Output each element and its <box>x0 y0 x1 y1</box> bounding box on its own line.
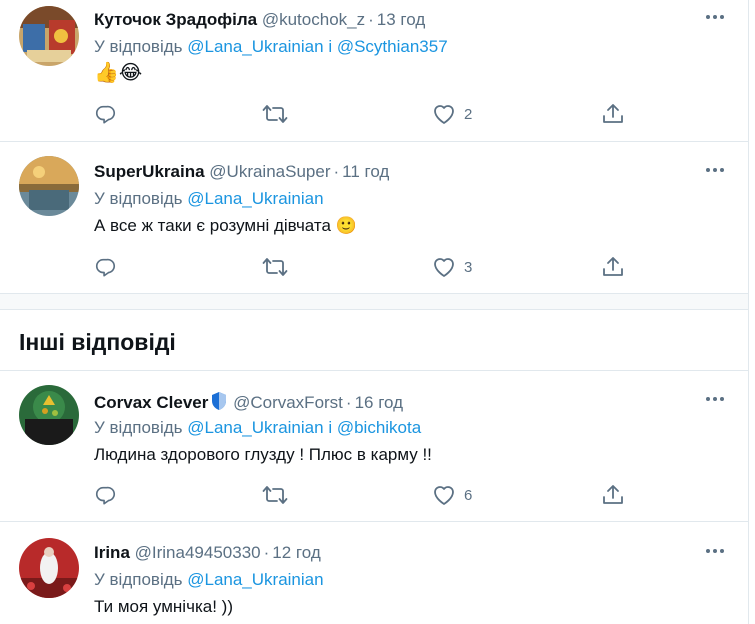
separator-dot: · <box>345 393 352 412</box>
reply-prefix: У відповідь <box>94 418 183 437</box>
timestamp[interactable]: 16 год <box>355 393 403 412</box>
like-icon <box>434 486 454 505</box>
tweet-header: SuperUkraina @UkrainaSuper · 11 год <box>94 162 389 182</box>
tweet-corvax[interactable]: Corvax Clever @CorvaxForst · 16 год У відп… <box>0 371 748 522</box>
tweet-header: Corvax Clever @CorvaxForst · 16 год <box>94 391 403 413</box>
share-icon <box>603 485 623 504</box>
like-button[interactable]: 2 <box>432 101 472 127</box>
reply-context: У відповідь @Lana_Ukrainian <box>94 189 324 209</box>
more-icon[interactable] <box>704 12 726 22</box>
tweet-text: Людина здорового глузду ! Плюс в карму !… <box>94 445 432 464</box>
replies-feed: Куточок Зрадофіла @kutochok_z · 13 год У в… <box>0 0 749 624</box>
tweet-kutochok[interactable]: Куточок Зрадофіла @kutochok_z · 13 год У в… <box>0 0 748 142</box>
more-icon[interactable] <box>704 394 726 404</box>
tweet-irina[interactable]: Irina @Irina49450330 · 12 год У відповідь … <box>0 522 748 624</box>
tweet-text: Ти моя умнічка! )) <box>94 597 233 616</box>
share-button[interactable] <box>602 254 624 280</box>
reply-context: У відповідь @Lana_Ukrainian і @Scythian3… <box>94 37 448 57</box>
section-separator <box>0 293 748 310</box>
reply-prefix: У відповідь <box>94 189 183 208</box>
mention-joiner: і <box>328 37 333 56</box>
reply-icon <box>95 105 115 124</box>
reply-context: У відповідь @Lana_Ukrainian <box>94 570 324 590</box>
like-count: 6 <box>464 486 473 504</box>
reply-context: У відповідь @Lana_Ukrainian і @bichikota <box>94 418 421 438</box>
avatar[interactable] <box>19 6 79 66</box>
more-icon[interactable] <box>704 546 726 556</box>
author-name[interactable]: Corvax Clever <box>94 393 208 412</box>
author-name[interactable]: SuperUkraina <box>94 162 205 181</box>
timestamp[interactable]: 13 год <box>377 10 425 29</box>
author-name[interactable]: Irina <box>94 543 130 562</box>
retweet-button[interactable] <box>262 254 288 280</box>
timestamp[interactable]: 11 год <box>342 162 389 181</box>
mention-link[interactable]: @Lana_Ukrainian <box>187 37 323 56</box>
tweet-text: 👍😂 <box>94 62 143 84</box>
reply-prefix: У відповідь <box>94 37 183 56</box>
author-handle[interactable]: @CorvaxForst <box>233 393 343 412</box>
avatar[interactable] <box>19 156 79 216</box>
mention-link[interactable]: @bichikota <box>337 418 421 437</box>
like-count: 3 <box>464 258 473 276</box>
reply-button[interactable] <box>94 101 116 127</box>
retweet-icon <box>262 258 288 276</box>
more-icon[interactable] <box>704 165 726 175</box>
mention-link[interactable]: @Lana_Ukrainian <box>187 189 323 208</box>
like-icon <box>434 258 454 277</box>
mention-link[interactable]: @Scythian357 <box>337 37 448 56</box>
reply-icon <box>95 486 115 505</box>
author-name[interactable]: Куточок Зрадофіла <box>94 10 257 29</box>
author-handle[interactable]: @Irina49450330 <box>135 543 261 562</box>
retweet-icon <box>262 105 288 123</box>
share-icon <box>603 104 623 123</box>
reply-prefix: У відповідь <box>94 570 183 589</box>
tweet-superukraina[interactable]: SuperUkraina @UkrainaSuper · 11 год У відп… <box>0 142 748 293</box>
separator-dot: · <box>333 162 340 181</box>
mention-joiner: і <box>328 418 333 437</box>
reply-icon <box>95 258 115 277</box>
author-handle[interactable]: @kutochok_z <box>262 10 365 29</box>
author-handle[interactable]: @UkrainaSuper <box>209 162 330 181</box>
like-count: 2 <box>464 105 473 123</box>
timestamp[interactable]: 12 год <box>272 543 320 562</box>
tweet-actions: 2 <box>94 101 734 127</box>
separator-dot: · <box>263 543 270 562</box>
retweet-icon <box>262 486 288 504</box>
avatar[interactable] <box>19 385 79 445</box>
reply-button[interactable] <box>94 482 116 508</box>
share-button[interactable] <box>602 101 624 127</box>
like-icon <box>434 105 454 124</box>
tweet-text: А все ж таки є розумні дівчата 🙂 <box>94 216 357 235</box>
retweet-button[interactable] <box>262 101 288 127</box>
tweet-actions: 6 <box>94 482 734 508</box>
reply-button[interactable] <box>94 254 116 280</box>
tweet-header: Куточок Зрадофіла @kutochok_z · 13 год <box>94 10 425 30</box>
tweet-header: Irina @Irina49450330 · 12 год <box>94 543 321 563</box>
like-button[interactable]: 6 <box>432 482 472 508</box>
share-button[interactable] <box>602 482 624 508</box>
like-button[interactable]: 3 <box>432 254 472 280</box>
share-icon <box>603 257 623 276</box>
separator-dot: · <box>368 10 374 29</box>
tweet-actions: 3 <box>94 254 734 280</box>
shield-icon <box>212 392 227 410</box>
mention-link[interactable]: @Lana_Ukrainian <box>187 418 323 437</box>
mention-link[interactable]: @Lana_Ukrainian <box>187 570 323 589</box>
avatar[interactable] <box>19 538 79 598</box>
section-title: Інші відповіді <box>19 329 176 355</box>
retweet-button[interactable] <box>262 482 288 508</box>
